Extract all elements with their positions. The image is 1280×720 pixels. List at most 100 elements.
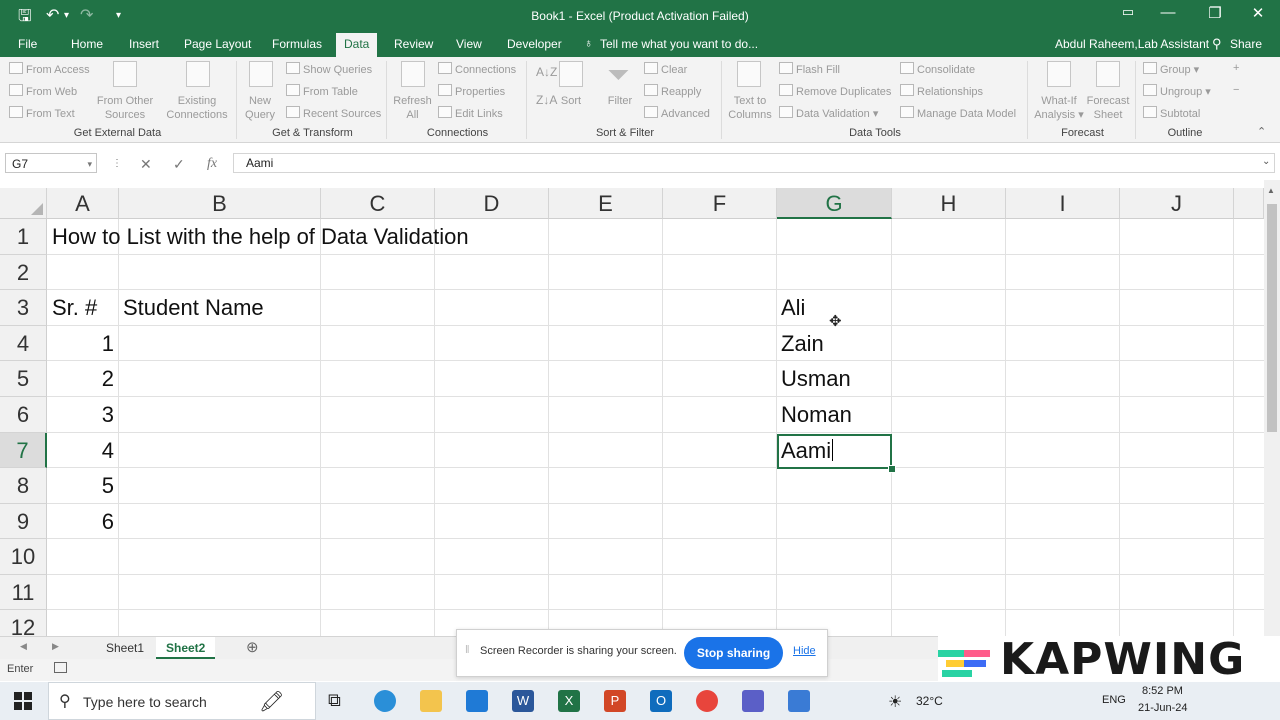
hide-detail-icon[interactable]: − bbox=[1233, 84, 1239, 96]
fill-handle[interactable] bbox=[888, 465, 896, 473]
row-header-7[interactable]: 7 bbox=[0, 433, 47, 468]
worksheet-grid[interactable]: A B C D E F G H I J 1 2 3 4 5 6 7 8 9 10… bbox=[0, 188, 1264, 636]
flash-fill-button[interactable]: Flash Fill bbox=[779, 62, 840, 76]
stop-sharing-button[interactable]: Stop sharing bbox=[684, 637, 783, 669]
restore-button[interactable]: ❐ bbox=[1200, 4, 1230, 26]
reapply-button[interactable]: Reapply bbox=[644, 84, 701, 98]
excel-icon[interactable]: X bbox=[558, 690, 580, 712]
data-validation-button[interactable]: Data Validation ▾ bbox=[779, 106, 878, 120]
insert-function-icon[interactable]: fx bbox=[207, 156, 217, 172]
name-box-dropdown-icon[interactable]: ▾ bbox=[87, 154, 92, 174]
windows-start-icon[interactable] bbox=[14, 692, 32, 710]
manage-data-model-button[interactable]: Manage Data Model bbox=[900, 106, 1016, 120]
row-header-12[interactable]: 12 bbox=[0, 610, 47, 636]
outlook-icon[interactable]: O bbox=[650, 690, 672, 712]
row-header-6[interactable]: 6 bbox=[0, 397, 47, 433]
cell-a6[interactable]: 3 bbox=[52, 402, 114, 428]
column-header-e[interactable]: E bbox=[549, 188, 663, 219]
tell-me-box[interactable]: Tell me what you want to do... bbox=[600, 37, 758, 51]
column-header-k[interactable] bbox=[1234, 188, 1264, 219]
confirm-entry-icon[interactable]: ✓ bbox=[173, 156, 185, 173]
clear-button[interactable]: Clear bbox=[644, 62, 687, 76]
from-other-sources-button[interactable]: From Other Sources bbox=[90, 94, 160, 122]
row-header-5[interactable]: 5 bbox=[0, 361, 47, 397]
tab-insert[interactable]: Insert bbox=[129, 37, 159, 51]
clock-date[interactable]: 21-Jun-24 bbox=[1138, 702, 1188, 714]
row-header-10[interactable]: 10 bbox=[0, 539, 47, 575]
group-button[interactable]: Group ▾ bbox=[1143, 62, 1199, 76]
recent-sources-button[interactable]: Recent Sources bbox=[286, 106, 381, 120]
file-explorer-icon[interactable] bbox=[420, 690, 442, 712]
sheet-tab-sheet2[interactable]: Sheet2 bbox=[156, 637, 216, 659]
ribbon-display-icon[interactable]: ▭ bbox=[1113, 4, 1143, 26]
row-header-9[interactable]: 9 bbox=[0, 504, 47, 539]
column-header-c[interactable]: C bbox=[321, 188, 435, 219]
formula-input[interactable]: Aami bbox=[233, 153, 1275, 173]
tab-review[interactable]: Review bbox=[394, 37, 433, 51]
ungroup-button[interactable]: Ungroup ▾ bbox=[1143, 84, 1211, 98]
cell-a8[interactable]: 5 bbox=[52, 473, 114, 499]
macro-record-icon[interactable] bbox=[54, 662, 67, 673]
collapse-ribbon-icon[interactable]: ⌃ bbox=[1257, 125, 1266, 138]
name-box[interactable]: G7 ▾ bbox=[5, 153, 97, 173]
scroll-sheets-right-icon[interactable]: ▶ bbox=[52, 641, 59, 652]
relationships-button[interactable]: Relationships bbox=[900, 84, 983, 98]
column-header-a[interactable]: A bbox=[47, 188, 119, 219]
column-header-g[interactable]: G bbox=[777, 188, 892, 219]
cell-a3[interactable]: Sr. # bbox=[52, 295, 97, 321]
edit-links-button[interactable]: Edit Links bbox=[438, 106, 503, 120]
clock-time[interactable]: 8:52 PM bbox=[1142, 685, 1183, 697]
tab-data[interactable]: Data bbox=[336, 33, 378, 57]
close-button[interactable]: ✕ bbox=[1243, 4, 1273, 26]
cell-a1-title[interactable]: How to List with the help of Data Valida… bbox=[52, 224, 469, 250]
remove-duplicates-button[interactable]: Remove Duplicates bbox=[779, 84, 891, 98]
show-queries-button[interactable]: Show Queries bbox=[286, 62, 372, 76]
cell-a4[interactable]: 1 bbox=[52, 331, 114, 357]
scroll-sheets-left-icon[interactable]: ◀ bbox=[20, 641, 27, 652]
tab-page-layout[interactable]: Page Layout bbox=[184, 37, 251, 51]
teams-icon[interactable] bbox=[742, 690, 764, 712]
cell-g3[interactable]: Ali bbox=[781, 295, 805, 321]
tab-formulas[interactable]: Formulas bbox=[272, 37, 322, 51]
text-to-columns-button[interactable]: Text to Columns bbox=[724, 94, 776, 122]
cell-a9[interactable]: 6 bbox=[52, 509, 114, 535]
advanced-filter-button[interactable]: Advanced bbox=[644, 106, 710, 120]
from-web-button[interactable]: From Web bbox=[9, 84, 77, 98]
show-detail-icon[interactable]: + bbox=[1233, 62, 1239, 74]
consolidate-button[interactable]: Consolidate bbox=[900, 62, 975, 76]
row-header-8[interactable]: 8 bbox=[0, 468, 47, 504]
existing-connections-button[interactable]: Existing Connections bbox=[162, 94, 232, 122]
drag-handle-icon[interactable]: ‖ bbox=[465, 644, 470, 656]
column-header-h[interactable]: H bbox=[892, 188, 1006, 219]
edge-browser-icon[interactable] bbox=[374, 690, 396, 712]
subtotal-button[interactable]: Subtotal bbox=[1143, 106, 1200, 120]
new-sheet-icon[interactable]: ⊕ bbox=[246, 638, 259, 656]
vertical-scrollbar[interactable]: ▲ bbox=[1264, 180, 1280, 636]
cell-g5[interactable]: Usman bbox=[781, 366, 851, 392]
tab-developer[interactable]: Developer bbox=[507, 37, 562, 51]
from-access-button[interactable]: From Access bbox=[9, 62, 90, 76]
column-header-i[interactable]: I bbox=[1006, 188, 1120, 219]
column-header-j[interactable]: J bbox=[1120, 188, 1234, 219]
scroll-up-icon[interactable]: ▲ bbox=[1267, 186, 1275, 195]
from-table-button[interactable]: From Table bbox=[286, 84, 358, 98]
column-header-b[interactable]: B bbox=[119, 188, 321, 219]
column-header-d[interactable]: D bbox=[435, 188, 549, 219]
filter-button[interactable]: Filter bbox=[600, 94, 640, 108]
tab-view[interactable]: View bbox=[456, 37, 482, 51]
tab-home[interactable]: Home bbox=[71, 37, 103, 51]
row-header-1[interactable]: 1 bbox=[0, 219, 47, 255]
forecast-sheet-button[interactable]: Forecast Sheet bbox=[1083, 94, 1133, 122]
cell-g6[interactable]: Noman bbox=[781, 402, 852, 428]
row-header-4[interactable]: 4 bbox=[0, 326, 47, 361]
cell-g4[interactable]: Zain bbox=[781, 331, 824, 357]
row-header-2[interactable]: 2 bbox=[0, 255, 47, 290]
connections-button[interactable]: Connections bbox=[438, 62, 516, 76]
row-header-3[interactable]: 3 bbox=[0, 290, 47, 326]
cancel-entry-icon[interactable]: ✕ bbox=[140, 156, 152, 173]
column-header-f[interactable]: F bbox=[663, 188, 777, 219]
expand-formula-bar-icon[interactable]: ⌄ bbox=[1262, 156, 1270, 167]
properties-button[interactable]: Properties bbox=[438, 84, 505, 98]
vertical-scroll-thumb[interactable] bbox=[1267, 204, 1277, 432]
select-all-corner[interactable] bbox=[0, 188, 47, 219]
